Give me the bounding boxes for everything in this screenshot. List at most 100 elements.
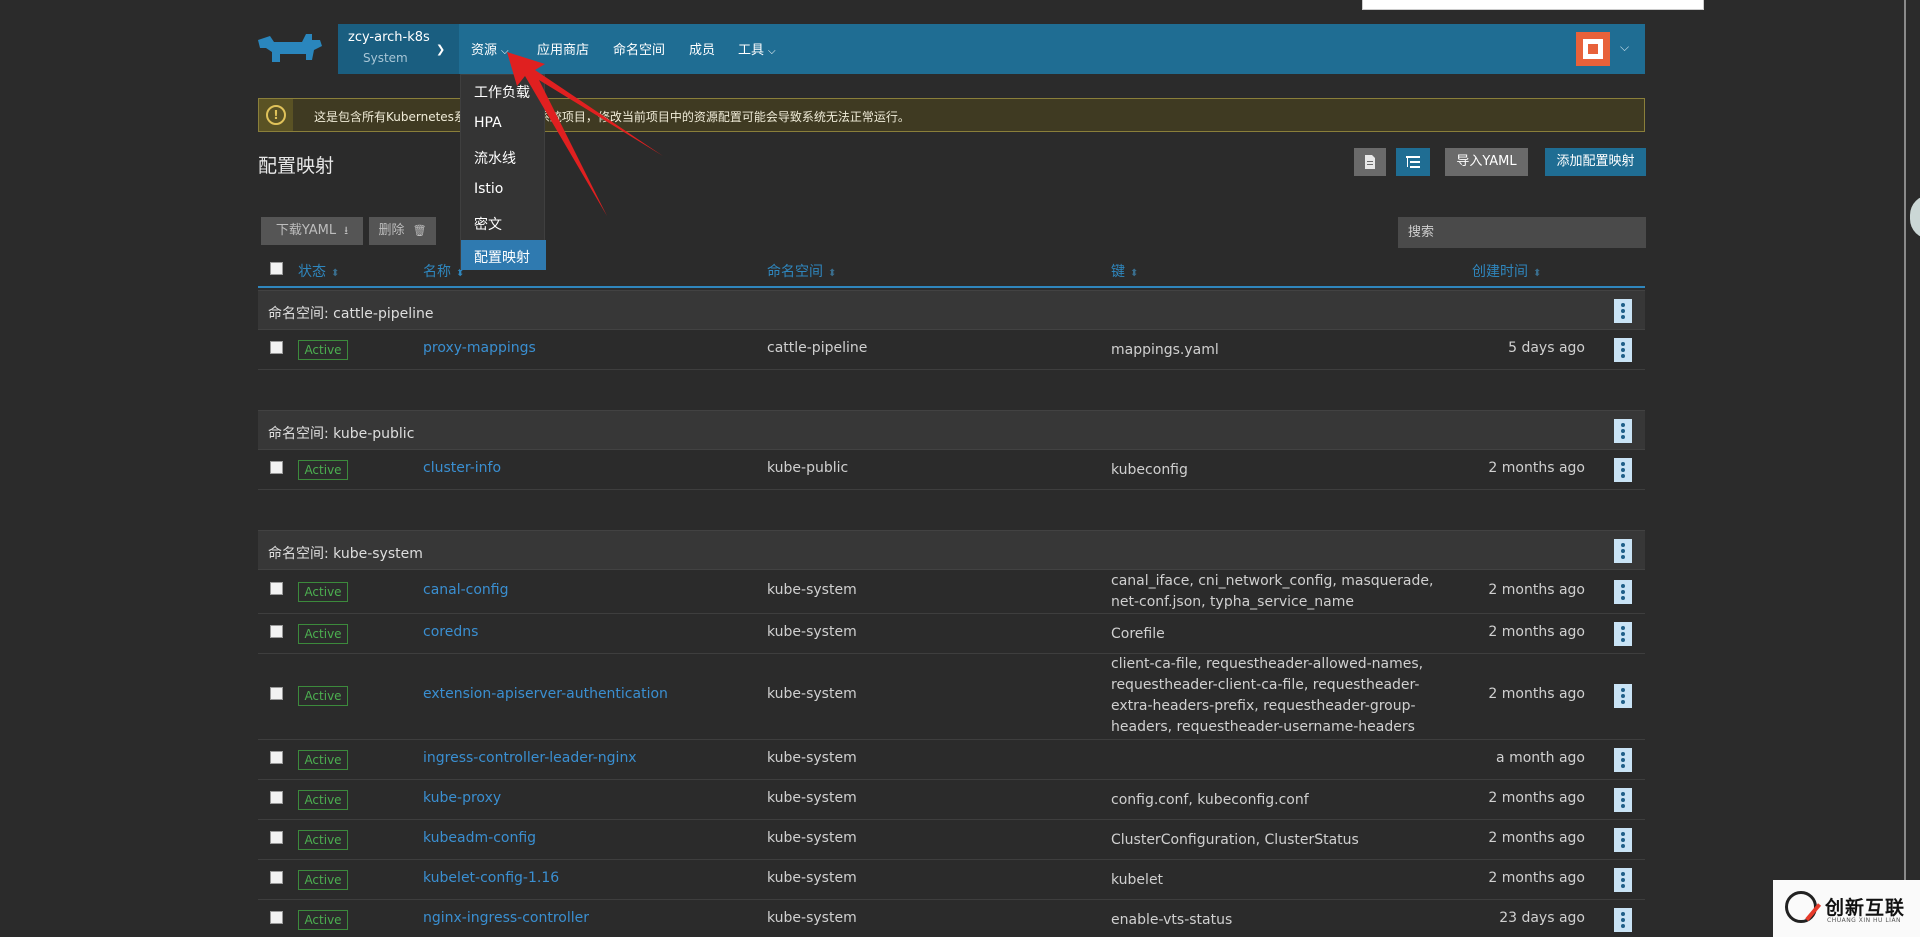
configmap-name-link[interactable]: cluster-info <box>423 460 501 476</box>
status-badge: Active <box>298 790 348 810</box>
namespace-cell: kube-system <box>767 750 857 766</box>
column-header-keys[interactable]: 键 ⬍ <box>1111 261 1138 281</box>
configmap-name-link[interactable]: canal-config <box>423 582 509 598</box>
row-checkbox[interactable] <box>270 461 283 474</box>
configmap-name-link[interactable]: kubelet-config-1.16 <box>423 870 559 886</box>
row-checkbox[interactable] <box>270 625 283 638</box>
created-cell: 2 months ago <box>1488 870 1585 886</box>
search-input[interactable] <box>1398 217 1646 248</box>
delete-label: 删除 <box>378 223 405 238</box>
nav-members-label: 成员 <box>689 43 716 58</box>
row-checkbox[interactable] <box>270 341 283 354</box>
sort-icon: ⬍ <box>1130 268 1139 279</box>
nav-app-store-label: 应用商店 <box>537 43 590 58</box>
sort-icon: ⬍ <box>828 268 837 279</box>
menu-item-workloads[interactable]: 工作负载 <box>461 75 546 105</box>
row-actions-kebab-icon[interactable] <box>1614 748 1632 772</box>
group-actions-kebab-icon[interactable] <box>1614 299 1632 323</box>
row-actions-kebab-icon[interactable] <box>1614 338 1632 362</box>
cluster-project-switcher[interactable]: zcy-arch-k8s System ❯ <box>338 24 459 74</box>
group-actions-kebab-icon[interactable] <box>1614 419 1632 443</box>
page-title: 配置映射 <box>258 155 335 177</box>
row-actions-kebab-icon[interactable] <box>1614 828 1632 852</box>
created-cell: 2 months ago <box>1488 790 1585 806</box>
row-checkbox[interactable] <box>270 911 283 924</box>
status-badge: Active <box>298 460 348 480</box>
status-badge: Active <box>298 686 348 706</box>
trash-icon: 🗑 <box>412 224 427 237</box>
menu-item-hpa[interactable]: HPA <box>461 108 546 138</box>
nav-app-store[interactable]: 应用商店 <box>537 39 589 58</box>
row-checkbox[interactable] <box>270 582 283 595</box>
keys-cell: kubelet <box>1111 872 1164 888</box>
configmap-name-link[interactable]: kubeadm-config <box>423 830 536 846</box>
menu-item-pipelines[interactable]: 流水线 <box>461 141 546 171</box>
download-yaml-label: 下载YAML <box>275 223 337 238</box>
status-badge: Active <box>298 910 348 930</box>
column-header-created[interactable]: 创建时间 ⬍ <box>1472 261 1541 281</box>
created-cell: 2 months ago <box>1488 686 1585 702</box>
table-row: Active extension-apiserver-authenticatio… <box>258 654 1645 740</box>
column-header-status[interactable]: 状态 ⬍ <box>298 261 339 281</box>
row-checkbox[interactable] <box>270 831 283 844</box>
namespace-group-label: 命名空间: kube-system <box>268 546 423 562</box>
keys-cell: config.conf, kubeconfig.conf <box>1111 792 1309 808</box>
row-actions-kebab-icon[interactable] <box>1614 580 1632 604</box>
row-actions-kebab-icon[interactable] <box>1614 458 1632 482</box>
row-actions-kebab-icon[interactable] <box>1614 622 1632 646</box>
column-header-namespace[interactable]: 命名空间 ⬍ <box>767 261 836 281</box>
keys-cell: mappings.yaml <box>1111 342 1219 358</box>
view-list-button[interactable] <box>1354 148 1386 176</box>
row-actions-kebab-icon[interactable] <box>1614 788 1632 812</box>
column-header-name[interactable]: 名称 ⬍ <box>423 261 464 281</box>
download-yaml-button[interactable]: 下载YAML ⭳ <box>261 217 363 245</box>
created-cell: 2 months ago <box>1488 582 1585 598</box>
rancher-logo-icon[interactable] <box>256 30 324 70</box>
column-namespace-label: 命名空间 <box>767 264 823 280</box>
menu-item-istio[interactable]: Istio <box>461 174 546 204</box>
configmap-name-link[interactable]: coredns <box>423 624 478 640</box>
menu-item-configmaps[interactable]: 配置映射 <box>461 240 546 270</box>
top-navbar: zcy-arch-k8s System ❯ 资源 ⌵ 应用商店 命名空间 成员 工… <box>338 24 1645 74</box>
scrollbar-track[interactable] <box>1904 0 1906 937</box>
table-row: Active ingress-controller-leader-nginx k… <box>258 740 1645 780</box>
watermark-subtext: CHUANG XIN HU LIAN <box>1827 917 1902 924</box>
delete-button[interactable]: 删除 🗑 <box>369 217 436 245</box>
row-actions-kebab-icon[interactable] <box>1614 684 1632 708</box>
table-row: Active canal-config kube-system canal_if… <box>258 570 1645 614</box>
tree-list-icon <box>1406 156 1420 168</box>
configmap-name-link[interactable]: extension-apiserver-authentication <box>423 686 668 702</box>
namespace-cell: kube-system <box>767 624 857 640</box>
nav-members[interactable]: 成员 <box>689 39 715 58</box>
import-yaml-button[interactable]: 导入YAML <box>1445 148 1528 176</box>
row-checkbox[interactable] <box>270 791 283 804</box>
file-icon <box>1365 155 1375 169</box>
status-badge: Active <box>298 870 348 890</box>
column-name-label: 名称 <box>423 264 451 280</box>
configmap-name-link[interactable]: ingress-controller-leader-nginx <box>423 750 637 766</box>
chevron-down-icon[interactable]: ⌵ <box>1620 40 1629 55</box>
nav-tools[interactable]: 工具 ⌵ <box>738 39 776 58</box>
configmap-name-link[interactable]: proxy-mappings <box>423 340 536 356</box>
view-grouped-button[interactable] <box>1396 148 1430 176</box>
row-actions-kebab-icon[interactable] <box>1614 908 1632 932</box>
row-checkbox[interactable] <box>270 687 283 700</box>
row-actions-kebab-icon[interactable] <box>1614 868 1632 892</box>
watermark-text: 创新互联 <box>1825 897 1906 919</box>
banner-text: 这是包含所有Kubernetes系统命名空间的系统项目，修改当前项目中的资源配置… <box>314 110 910 124</box>
nav-namespaces[interactable]: 命名空间 <box>613 39 665 58</box>
add-configmap-button[interactable]: 添加配置映射 <box>1545 148 1646 176</box>
namespace-cell: kube-system <box>767 790 857 806</box>
row-checkbox[interactable] <box>270 751 283 764</box>
configmap-name-link[interactable]: nginx-ingress-controller <box>423 910 589 926</box>
menu-item-secrets[interactable]: 密文 <box>461 207 546 237</box>
table-row: Active kubelet-config-1.16 kube-system k… <box>258 860 1645 900</box>
user-avatar[interactable] <box>1576 32 1610 66</box>
group-actions-kebab-icon[interactable] <box>1614 539 1632 563</box>
side-floating-tab[interactable] <box>1910 195 1920 239</box>
nav-resources[interactable]: 资源 ⌵ <box>471 39 509 58</box>
select-all-checkbox[interactable] <box>270 262 283 275</box>
table-row: Active coredns kube-system Corefile 2 mo… <box>258 614 1645 654</box>
row-checkbox[interactable] <box>270 871 283 884</box>
configmap-name-link[interactable]: kube-proxy <box>423 790 501 806</box>
